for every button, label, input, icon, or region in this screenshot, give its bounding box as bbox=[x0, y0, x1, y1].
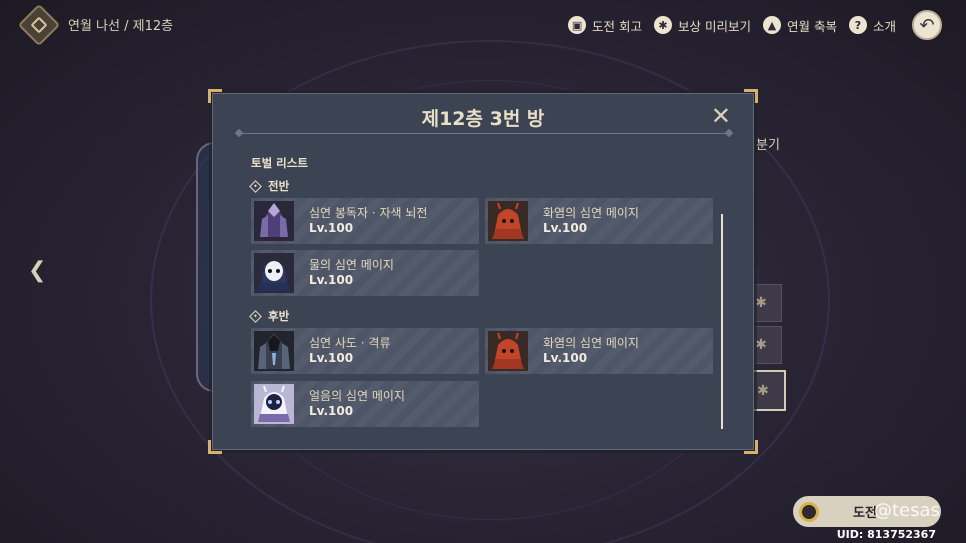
top-bar: 연월 나선 / 제12층 ▣ 도전 회고 ✱ 보상 미리보기 ▲ 연월 축복 ?… bbox=[0, 0, 966, 48]
blessing-button[interactable]: ▲ 연월 축복 bbox=[763, 16, 837, 35]
back-arrow-icon: ↶ bbox=[919, 14, 935, 36]
back-button[interactable]: ↶ bbox=[912, 10, 942, 40]
corner-ornament bbox=[208, 440, 222, 454]
enemy-portrait-icon bbox=[488, 201, 528, 241]
enemy-name: 얼음의 심연 메이지 bbox=[309, 389, 405, 403]
corner-ornament bbox=[744, 89, 758, 103]
enemy-portrait-icon bbox=[488, 331, 528, 371]
enemy-portrait-icon bbox=[254, 201, 294, 241]
enemy-level: Lv.100 bbox=[309, 404, 354, 418]
uid-text: UID: 813752367 bbox=[836, 528, 936, 541]
enemy-name: 화염의 심연 메이지 bbox=[543, 206, 639, 220]
reward-preview-button[interactable]: ✱ 보상 미리보기 bbox=[654, 16, 751, 35]
close-icon: ✕ bbox=[710, 102, 731, 130]
section-label: 후반 bbox=[268, 309, 290, 323]
info-button[interactable]: ? 소개 bbox=[848, 16, 896, 35]
section-label: 전반 bbox=[268, 179, 290, 193]
enemy-card[interactable]: 얼음의 심연 메이지 Lv.100 bbox=[251, 381, 479, 427]
modal-title: 제12층 3번 방 bbox=[421, 108, 545, 130]
spiral-abyss-logo-icon bbox=[17, 3, 61, 47]
enemy-portrait-icon bbox=[254, 331, 294, 371]
upload-circle-icon: ▲ bbox=[763, 16, 781, 34]
diamond-icon bbox=[249, 309, 262, 323]
corner-ornament bbox=[744, 440, 758, 454]
enemy-level: Lv.100 bbox=[309, 221, 354, 235]
star-icon: ✱ bbox=[757, 382, 769, 399]
star-icon: ✱ bbox=[755, 337, 767, 353]
controller-button-icon bbox=[799, 501, 819, 522]
enemy-card[interactable]: 화염의 심연 메이지 Lv.100 bbox=[485, 328, 713, 374]
blessing-label: 연월 축복 bbox=[787, 18, 837, 34]
previous-arrow-icon[interactable]: ❮ bbox=[28, 258, 46, 283]
enemy-card[interactable]: 심연 사도 · 격류 Lv.100 bbox=[251, 328, 479, 374]
enemy-level: Lv.100 bbox=[309, 273, 354, 287]
star-icon: ✱ bbox=[755, 295, 767, 311]
scrollbar[interactable] bbox=[721, 214, 723, 429]
watermark: @tesas bbox=[874, 500, 940, 521]
close-button[interactable]: ✕ bbox=[711, 102, 731, 130]
info-label: 소개 bbox=[872, 18, 896, 34]
behind-label: 분기 bbox=[756, 138, 780, 153]
diamond-icon bbox=[249, 179, 262, 193]
enemy-card[interactable]: 화염의 심연 메이지 Lv.100 bbox=[485, 198, 713, 244]
enemy-level: Lv.100 bbox=[543, 221, 588, 235]
enemy-name: 화염의 심연 메이지 bbox=[543, 336, 639, 350]
reward-preview-label: 보상 미리보기 bbox=[678, 18, 751, 34]
challenge-review-label: 도전 회고 bbox=[592, 18, 643, 34]
breadcrumb: 연월 나선 / 제12층 bbox=[68, 19, 174, 34]
question-icon: ? bbox=[848, 16, 867, 34]
enemy-name: 심연 봉독자 · 자색 뇌전 bbox=[309, 206, 428, 220]
corner-ornament bbox=[208, 89, 222, 103]
enemy-portrait-icon bbox=[254, 384, 294, 424]
challenge-review-button[interactable]: ▣ 도전 회고 bbox=[568, 16, 642, 35]
room-modal: 제12층 3번 방 ✕ 토벌 리스트 전반 심연 봉독자 · 자색 뇌전 Lv.… bbox=[208, 89, 758, 454]
enemy-card[interactable]: 심연 봉독자 · 자색 뇌전 Lv.100 bbox=[251, 198, 479, 244]
enemy-list-header: 토벌 리스트 bbox=[251, 156, 308, 170]
divider bbox=[239, 133, 729, 134]
book-icon: ▣ bbox=[568, 16, 587, 34]
enemy-card[interactable]: 물의 심연 메이지 Lv.100 bbox=[251, 250, 479, 296]
enemy-name: 심연 사도 · 격류 bbox=[309, 336, 391, 350]
enemy-portrait-icon bbox=[254, 253, 294, 293]
enemy-level: Lv.100 bbox=[543, 351, 588, 365]
enemy-name: 물의 심연 메이지 bbox=[309, 258, 394, 272]
enemy-level: Lv.100 bbox=[309, 351, 354, 365]
top-actions: ▣ 도전 회고 ✱ 보상 미리보기 ▲ 연월 축복 ? 소개 ↶ bbox=[556, 10, 942, 40]
gear-badge-icon: ✱ bbox=[654, 16, 673, 34]
section-second-half: 후반 bbox=[249, 308, 290, 324]
section-first-half: 전반 bbox=[249, 178, 290, 194]
